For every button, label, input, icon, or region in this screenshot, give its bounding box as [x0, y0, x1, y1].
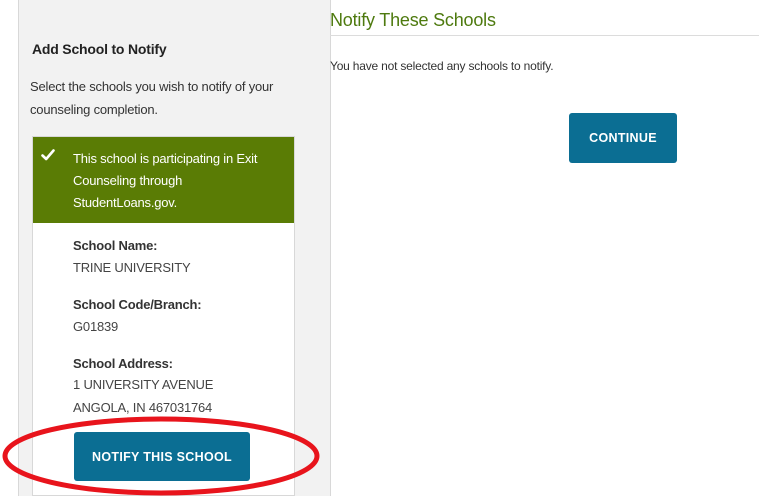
participating-banner: This school is participating in Exit Cou…	[33, 137, 294, 223]
address-line-1: 1 UNIVERSITY AVENUE	[73, 377, 214, 392]
page: Add School to Notify Select the schools …	[0, 0, 759, 496]
notify-this-school-button[interactable]: NOTIFY THIS SCHOOL	[74, 432, 250, 481]
participating-text: This school is participating in Exit Cou…	[73, 151, 258, 210]
add-school-panel: Add School to Notify Select the schools …	[18, 0, 331, 496]
add-school-description: Select the schools you wish to notify of…	[30, 79, 274, 117]
notify-schools-heading: Notify These Schools	[330, 10, 496, 30]
add-school-title: Add School to Notify	[32, 41, 167, 57]
school-address-label: School Address:	[73, 356, 173, 371]
school-name-value: TRINE UNIVERSITY	[73, 260, 191, 275]
school-code-label: School Code/Branch:	[73, 297, 202, 312]
school-name-label: School Name:	[73, 238, 158, 253]
school-code-value: G01839	[73, 319, 119, 334]
school-card: This school is participating in Exit Cou…	[32, 136, 295, 496]
heading-divider	[330, 35, 759, 36]
address-line-2: ANGOLA, IN 467031764	[73, 400, 213, 415]
continue-button[interactable]: CONTINUE	[569, 113, 677, 163]
no-schools-message: You have not selected any schools to not…	[330, 59, 554, 73]
checkmark-icon	[41, 149, 55, 161]
